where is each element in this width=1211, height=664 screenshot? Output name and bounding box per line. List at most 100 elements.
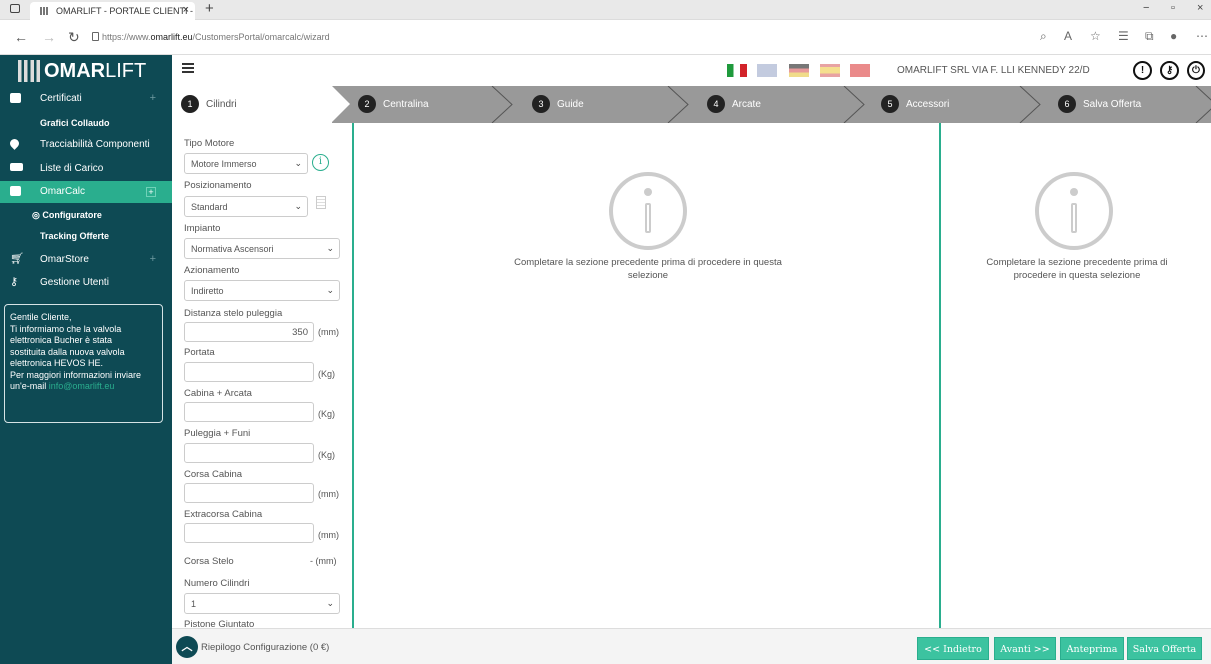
sidebar-item-tracking[interactable]: Tracking Offerte <box>40 231 109 241</box>
impianto-select[interactable]: Normativa Ascensori ⌄ <box>184 238 340 259</box>
posizionamento-select[interactable]: Standard ⌄ <box>184 196 308 217</box>
unit-kg: (Kg) <box>318 369 336 379</box>
truck-icon <box>10 163 23 171</box>
radio-dot-icon: ◎ <box>32 210 43 220</box>
step-number: 2 <box>358 95 376 113</box>
more-icon[interactable]: ⋯ <box>1196 29 1208 43</box>
chevron-down-icon: ⌄ <box>294 158 302 168</box>
flag-turkey-icon[interactable] <box>850 64 870 77</box>
key-icon: ⚷ <box>10 276 19 288</box>
expand-plus-icon[interactable]: + <box>150 92 156 104</box>
step-separator-icon <box>843 86 865 123</box>
chevron-down-icon: ⌄ <box>294 201 302 211</box>
collections-icon[interactable]: ⧉ <box>1145 29 1154 44</box>
flag-spain-icon[interactable] <box>820 64 840 77</box>
close-window-icon[interactable]: × <box>1197 2 1203 14</box>
sidebar-item-tracciabilita[interactable]: Tracciabilità Componenti <box>0 134 172 156</box>
corsa-cabina-input[interactable] <box>184 483 314 503</box>
logo-text: OMARLIFT <box>44 60 146 83</box>
logo-mark-icon <box>18 60 40 82</box>
chevron-down-icon: ⌄ <box>326 598 334 608</box>
next-button[interactable]: Avanti >> <box>994 637 1056 660</box>
sidebar-item-omarcalc[interactable]: OmarCalc + <box>0 181 172 203</box>
expand-plus-icon[interactable]: + <box>150 253 156 265</box>
flag-germany-icon[interactable] <box>789 64 809 77</box>
unit-mm: (mm) <box>318 530 339 540</box>
sidebar-item-label: Configuratore <box>42 210 102 220</box>
key-icon[interactable]: ⚷ <box>1160 61 1179 80</box>
logo[interactable]: OMARLIFT <box>0 55 172 86</box>
step-label: Cilindri <box>206 99 237 110</box>
tab-actions-icon[interactable] <box>10 4 20 13</box>
info-icon[interactable]: i <box>312 154 329 171</box>
extracorsa-label: Extracorsa Cabina <box>184 509 263 520</box>
step-number: 4 <box>707 95 725 113</box>
extracorsa-input[interactable] <box>184 523 314 543</box>
numero-cilindri-label: Numero Cilindri <box>184 578 250 589</box>
sidebar-item-configuratore[interactable]: ◎ Configuratore <box>32 210 102 221</box>
favorite-icon[interactable]: ☆ <box>1090 29 1101 43</box>
chevron-up-icon[interactable]: ︿ <box>176 636 198 658</box>
sidebar-item-certificati[interactable]: Certificati + <box>0 88 172 110</box>
minimize-icon[interactable]: − <box>1143 2 1149 14</box>
sidebar-item-omarstore[interactable]: 🛒︎ OmarStore + <box>0 249 172 271</box>
notice-email-link[interactable]: info@omarlift.eu <box>49 381 115 391</box>
sidebar-item-label: Gestione Utenti <box>40 277 109 288</box>
refresh-icon[interactable]: ↻ <box>68 29 80 46</box>
sidebar-item-gestione[interactable]: ⚷ Gestione Utenti <box>0 272 172 294</box>
back-button[interactable]: << Indietro <box>917 637 989 660</box>
info-icon[interactable]: ! <box>1133 61 1152 80</box>
favicon-icon <box>40 7 50 15</box>
distanza-input[interactable]: 350 <box>184 322 314 342</box>
notice-box: Gentile Cliente, Ti informiamo che la va… <box>4 304 163 423</box>
placeholder-message: Completare la sezione precedente prima d… <box>963 256 1191 282</box>
unit-kg: (Kg) <box>318 450 336 460</box>
back-icon[interactable]: ← <box>14 29 28 45</box>
restore-icon[interactable]: ▫ <box>1171 2 1175 14</box>
numero-cilindri-select[interactable]: 1 ⌄ <box>184 593 340 614</box>
info-dot <box>1070 188 1078 196</box>
cabina-arcata-input[interactable] <box>184 402 314 422</box>
save-offer-button[interactable]: Salva Offerta <box>1127 637 1202 660</box>
new-tab-icon[interactable]: + <box>205 0 214 17</box>
corsa-cabina-label: Corsa Cabina <box>184 469 243 480</box>
hamburger-icon[interactable] <box>182 63 194 73</box>
flag-italy-icon[interactable] <box>727 64 747 77</box>
lock-icon[interactable] <box>92 32 99 41</box>
calculator-icon <box>10 186 21 196</box>
cilindri-form: Tipo Motore Motore Immerso ⌄ i Posiziona… <box>172 123 354 628</box>
sidebar-item-label: Certificati <box>40 93 82 104</box>
forward-icon[interactable]: → <box>42 29 56 45</box>
collapse-icon[interactable]: + <box>146 187 156 197</box>
favorites-bar-icon[interactable]: ☰ <box>1118 29 1129 43</box>
configuration-summary[interactable]: Riepilogo Configurazione (0 €) <box>201 642 329 653</box>
flag-uk-icon[interactable] <box>757 64 777 77</box>
message-line: Completare la sezione precedente prima d… <box>514 257 782 268</box>
tipo-motore-select[interactable]: Motore Immerso ⌄ <box>184 153 308 174</box>
corsa-stelo-value: - (mm) <box>310 556 337 566</box>
portata-input[interactable] <box>184 362 314 382</box>
url-field[interactable]: https://www.omarlift.eu/CustomersPortal/… <box>102 32 330 42</box>
sidebar-item-liste[interactable]: Liste di Carico <box>0 158 172 180</box>
address-bar: ← → ↻ https://www.omarlift.eu/CustomersP… <box>0 21 1211 55</box>
read-aloud-icon[interactable]: A <box>1064 29 1072 43</box>
profile-icon[interactable]: ● <box>1170 29 1177 43</box>
close-tab-icon[interactable]: × <box>183 4 189 16</box>
url-domain: omarlift.eu <box>150 32 193 42</box>
sidebar-item-grafici[interactable]: Grafici Collaudo <box>40 118 110 128</box>
puleggia-funi-input[interactable] <box>184 443 314 463</box>
chevron-down-icon: ⌄ <box>326 285 334 295</box>
corsa-stelo-label: Corsa Stelo <box>184 556 234 567</box>
step-separator-icon <box>1195 86 1211 123</box>
browser-tab[interactable]: OMARLIFT - PORTALE CLIENTI - × <box>30 2 195 20</box>
distanza-label: Distanza stelo puleggia <box>184 308 283 319</box>
sidebar-item-label: Tracciabilità Componenti <box>40 139 150 150</box>
notice-line: elettronica HEVOS HE. <box>10 358 104 368</box>
preview-button[interactable]: Anteprima <box>1060 637 1124 660</box>
power-icon[interactable]: ⏻ <box>1187 61 1205 80</box>
step-label: Centralina <box>383 99 429 110</box>
document-icon[interactable] <box>316 196 326 209</box>
azionamento-select[interactable]: Indiretto ⌄ <box>184 280 340 301</box>
step-label: Arcate <box>732 99 761 110</box>
search-icon[interactable]: ⌕ <box>1040 29 1047 44</box>
